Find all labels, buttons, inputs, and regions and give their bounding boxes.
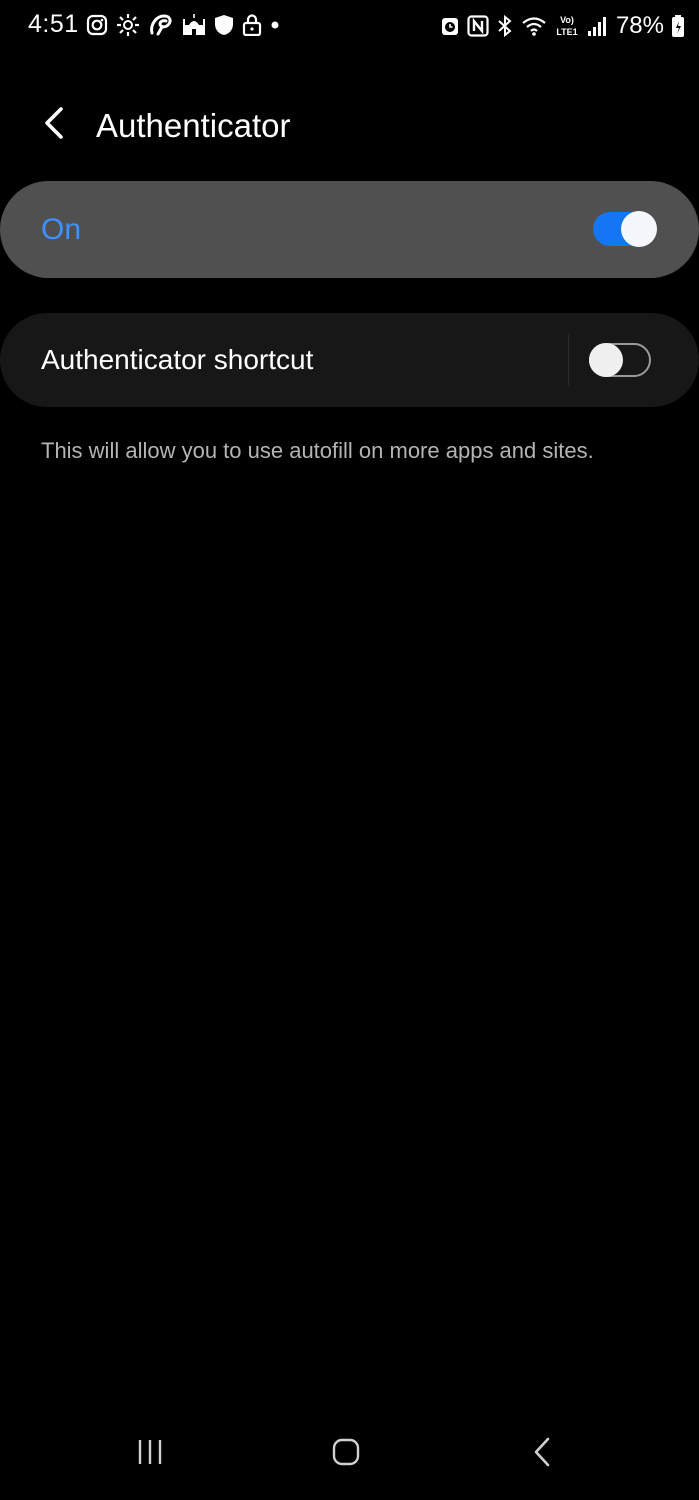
home-icon <box>331 1437 361 1472</box>
shortcut-toggle-switch[interactable] <box>589 343 651 377</box>
app-header: Authenticator <box>0 95 699 159</box>
back-button[interactable] <box>30 101 78 149</box>
chevron-left-icon <box>42 106 66 145</box>
instagram-icon <box>86 14 108 36</box>
back-icon <box>530 1436 554 1473</box>
description-text: This will allow you to use autofill on m… <box>41 438 594 463</box>
dot-icon <box>270 14 280 36</box>
svg-text:LTE1: LTE1 <box>556 27 577 37</box>
toggle-knob <box>621 211 657 247</box>
status-right-icons: Vo) LTE1 78% <box>440 12 685 40</box>
shield-icon <box>214 14 234 36</box>
nav-back-button[interactable] <box>512 1430 572 1478</box>
wifi-icon <box>521 15 547 37</box>
shortcut-label: Authenticator shortcut <box>41 344 314 375</box>
svg-text:Vo): Vo) <box>560 15 574 25</box>
battery-percentage: 78% <box>615 12 664 39</box>
page-title: Authenticator <box>96 107 291 144</box>
airtel-icon <box>148 13 174 37</box>
navigation-bar <box>0 1404 699 1500</box>
recents-icon <box>135 1437 165 1472</box>
settings-gear-icon <box>116 13 140 37</box>
master-switch-label: On <box>41 213 82 246</box>
divider <box>568 335 569 385</box>
bluetooth-icon <box>496 14 514 38</box>
alarm-icon <box>440 15 460 37</box>
battery-icon <box>671 14 685 38</box>
status-time: 4:51 <box>28 10 79 38</box>
lock-icon <box>242 14 262 36</box>
status-bar: 4:51 Vo) LTE1 78% <box>0 0 699 56</box>
master-toggle-switch[interactable] <box>593 211 657 247</box>
mosque-icon <box>182 13 206 37</box>
nfc-icon <box>467 15 489 37</box>
recents-button[interactable] <box>120 1430 180 1478</box>
status-left-icons <box>86 13 280 37</box>
volte-icon: Vo) LTE1 <box>554 14 580 38</box>
toggle-knob <box>589 343 623 377</box>
home-button[interactable] <box>316 1430 376 1478</box>
signal-icon <box>587 15 607 37</box>
